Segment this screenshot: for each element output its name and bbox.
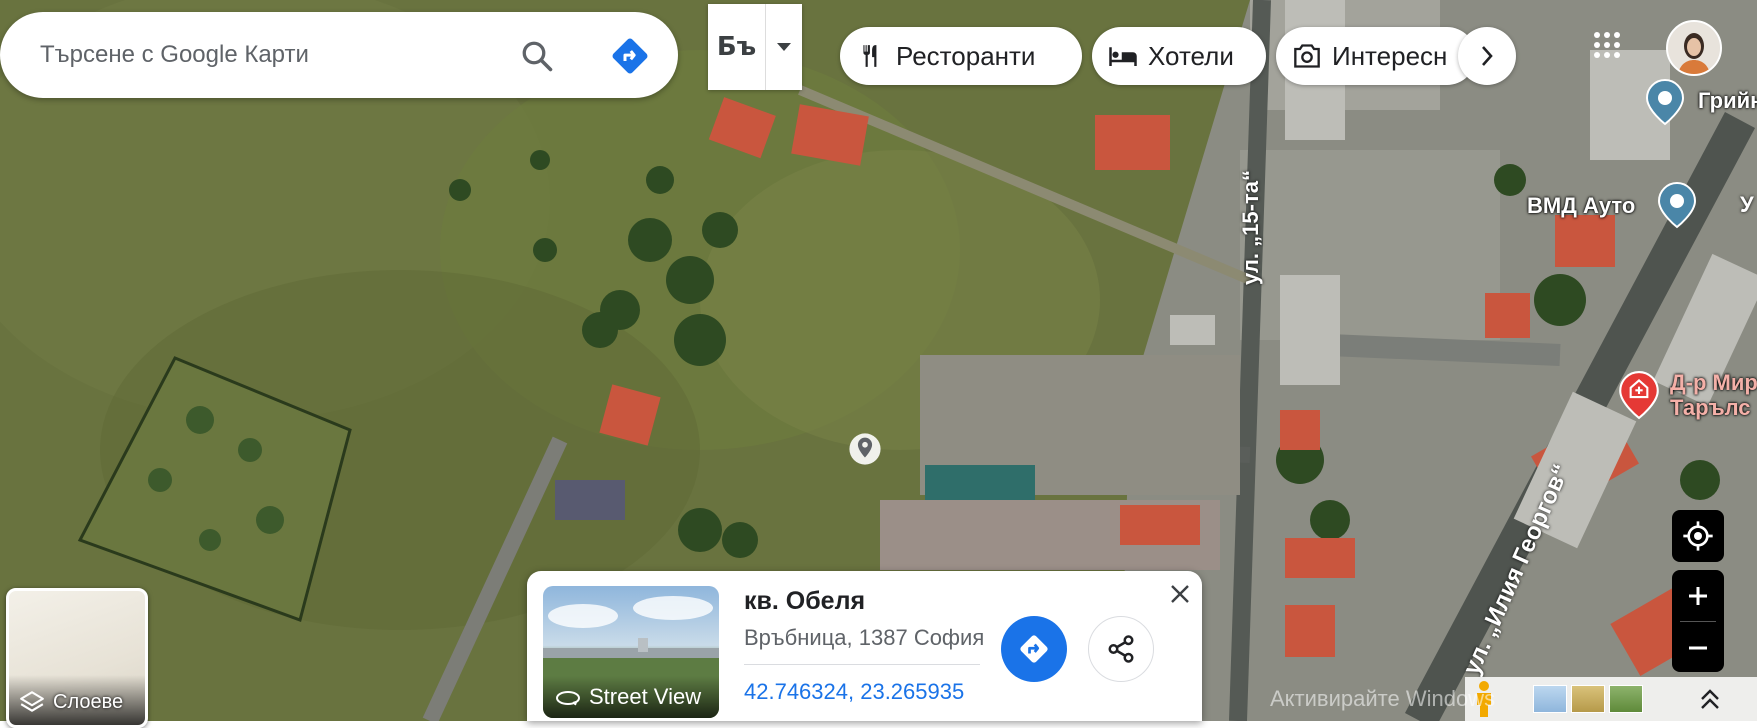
place-title: кв. Обеля xyxy=(744,587,866,615)
imagery-thumb-3[interactable] xyxy=(1609,685,1643,713)
avatar-image xyxy=(1668,22,1720,74)
chip-label: Ресторанти xyxy=(896,40,1036,71)
map-type-dropdown[interactable] xyxy=(766,4,802,90)
chip-label: Хотели xyxy=(1148,40,1234,71)
map-type-selector[interactable]: Бъ xyxy=(708,4,802,90)
apps-grid-icon[interactable] xyxy=(1592,30,1622,60)
imagery-thumb-1[interactable] xyxy=(1533,685,1567,713)
zoom-in-button[interactable] xyxy=(1672,570,1724,621)
layers-button[interactable]: Слоеве xyxy=(6,588,148,728)
chip-attractions[interactable]: Интересн xyxy=(1276,27,1476,85)
plus-icon xyxy=(1689,586,1707,605)
coordinates-link[interactable]: 42.746324, 23.265935 xyxy=(744,679,964,705)
place-pin-icon[interactable] xyxy=(1645,78,1685,126)
chips-next-button[interactable] xyxy=(1458,27,1516,85)
chip-label: Интересн xyxy=(1332,40,1448,71)
windows-activation-watermark: Активирайте Windows xyxy=(1270,686,1496,711)
restaurant-icon xyxy=(856,41,886,71)
place-address: Връбница, 1387 София xyxy=(744,625,985,650)
search-box[interactable] xyxy=(0,12,678,98)
divider xyxy=(744,664,980,665)
share-icon xyxy=(1108,635,1134,663)
account-avatar[interactable] xyxy=(1666,20,1722,76)
dropped-pin-icon[interactable] xyxy=(848,432,882,466)
my-location-button[interactable] xyxy=(1672,510,1724,562)
minus-icon xyxy=(1689,646,1707,649)
zoom-controls xyxy=(1672,570,1724,672)
chevron-right-icon xyxy=(1482,46,1493,66)
directions-button[interactable] xyxy=(606,32,654,80)
street-label-partial: У xyxy=(1740,192,1754,217)
medical-pin-icon[interactable] xyxy=(1618,370,1660,420)
place-label-green[interactable]: Грийн xyxy=(1698,88,1757,114)
directions-icon xyxy=(1020,635,1048,663)
street-view-label: Street View xyxy=(589,684,702,709)
layers-label: Слоеве xyxy=(53,690,124,713)
place-label-vmd-auto[interactable]: ВМД Ауто xyxy=(1527,193,1635,219)
directions-icon xyxy=(612,38,648,74)
bottom-toolbar xyxy=(1465,677,1757,721)
place-label-doctor-line2[interactable]: Тарълс xyxy=(1670,395,1751,421)
close-card-button[interactable] xyxy=(1167,581,1193,607)
expand-up-icon[interactable] xyxy=(1699,687,1721,711)
place-pin-icon[interactable] xyxy=(1657,181,1697,229)
card-directions-button[interactable] xyxy=(1001,616,1067,682)
zoom-out-button[interactable] xyxy=(1672,622,1724,673)
street-label-15ta: ул. „15-та“ xyxy=(1238,170,1263,285)
search-input[interactable] xyxy=(40,41,480,69)
camera-icon xyxy=(1292,41,1322,71)
map-type-label[interactable]: Бъ xyxy=(708,4,766,90)
place-info-card: Street View кв. Обеля Връбница, 1387 Соф… xyxy=(527,571,1202,721)
search-button[interactable] xyxy=(513,32,561,80)
layers-icon xyxy=(20,691,44,712)
my-location-icon xyxy=(1683,521,1713,551)
chip-hotels[interactable]: Хотели xyxy=(1092,27,1266,85)
street-view-thumbnail[interactable]: Street View xyxy=(543,586,719,718)
search-icon xyxy=(522,41,553,72)
close-icon xyxy=(1171,585,1189,603)
caret-down-icon xyxy=(777,43,791,51)
street-view-360-icon xyxy=(556,691,580,706)
imagery-thumb-2[interactable] xyxy=(1571,685,1605,713)
chip-restaurants[interactable]: Ресторанти xyxy=(840,27,1082,85)
place-label-doctor[interactable]: Д-р Мир xyxy=(1670,370,1757,396)
share-button[interactable] xyxy=(1088,616,1154,682)
hotel-icon xyxy=(1108,41,1138,71)
